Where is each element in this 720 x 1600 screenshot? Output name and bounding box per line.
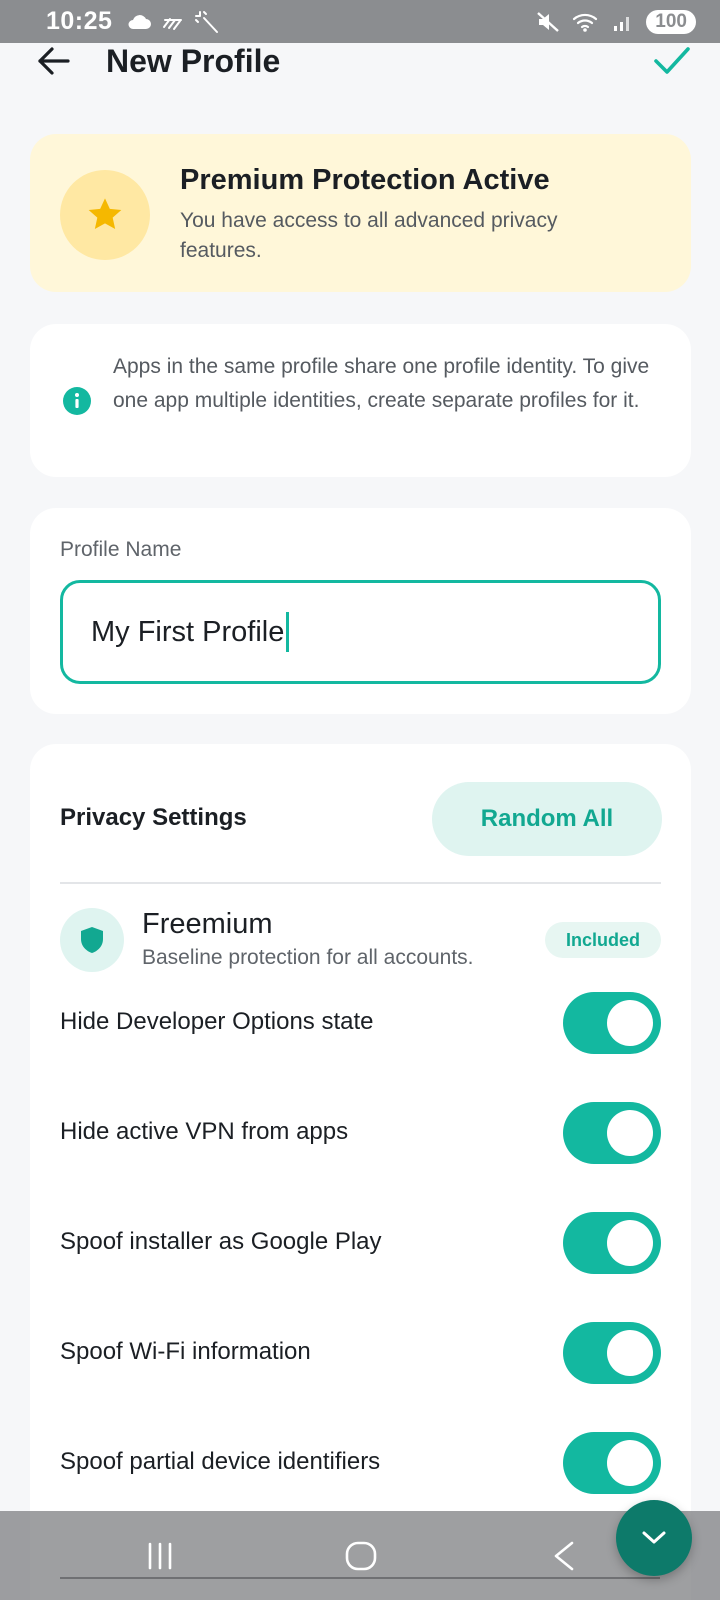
hide-developer-options-toggle[interactable] [563,992,661,1054]
tier-name: Freemium [142,908,273,940]
toggle-knob [607,1220,653,1266]
recents-icon[interactable] [146,1541,174,1571]
toggle-label: Spoof installer as Google Play [60,1228,382,1255]
premium-title: Premium Protection Active [180,164,550,196]
toggle-knob [607,1330,653,1376]
save-check-button[interactable] [652,43,692,79]
premium-banner: Premium Protection Active You have acces… [30,134,691,292]
info-icon [63,387,91,415]
toggle-row: Spoof Wi-Fi information [60,1322,661,1384]
shield-icon [81,927,103,953]
battery-indicator: 100 [646,9,696,34]
system-nav-bar [0,1511,720,1600]
spoof-device-identifiers-toggle[interactable] [563,1432,661,1494]
spoof-installer-toggle[interactable] [563,1212,661,1274]
status-time: 10:25 [46,7,113,35]
text-caret [286,612,290,652]
app-bar: New Profile [0,43,720,79]
nav-divider [60,1577,660,1579]
privacy-settings-title: Privacy Settings [60,804,247,831]
profile-name-card: Profile Name My First Profile [30,508,691,714]
random-all-button[interactable]: Random All [432,782,662,856]
wind-icon [163,17,183,30]
toggle-knob [607,1110,653,1156]
status-bar: 10:25 100 [0,0,720,43]
toggle-label: Hide Developer Options state [60,1008,374,1035]
profile-name-value: My First Profile [91,615,285,648]
star-badge [60,170,150,260]
info-text: Apps in the same profile share one profi… [113,355,650,412]
toggle-row: Spoof partial device identifiers [60,1432,661,1494]
home-icon[interactable] [345,1541,377,1571]
toggle-knob [607,1440,653,1486]
back-button[interactable] [36,45,72,77]
wifi-icon [573,13,598,32]
page-title: New Profile [106,43,281,79]
profile-name-label: Profile Name [60,538,182,561]
profile-name-input[interactable]: My First Profile [60,580,661,684]
premium-description: You have access to all advanced privacy … [180,209,558,262]
star-icon [88,198,122,229]
chevron-down-icon [642,1531,666,1544]
hide-vpn-toggle[interactable] [563,1102,661,1164]
screen: 10:25 100 New Profile Premium Protection… [0,0,720,1600]
included-badge: Included [545,922,661,958]
privacy-settings-card: Privacy Settings Random All Freemium Bas… [30,744,691,1600]
tier-icon-badge [60,908,124,972]
status-right-icons: 100 [536,9,696,34]
toggle-row: Hide Developer Options state [60,992,661,1054]
toggle-label: Spoof Wi-Fi information [60,1338,311,1365]
magic-wand-icon [195,10,219,33]
info-card: Apps in the same profile share one profi… [30,324,691,477]
toggle-label: Hide active VPN from apps [60,1118,349,1145]
scroll-down-fab[interactable] [616,1500,692,1576]
toggle-row: Hide active VPN from apps [60,1102,661,1164]
nav-back-icon[interactable] [552,1541,576,1571]
mute-icon [537,11,560,32]
spoof-wifi-toggle[interactable] [563,1322,661,1384]
status-left-icons [126,10,220,34]
signal-icon [614,16,630,31]
divider [60,882,661,884]
toggle-label: Spoof partial device identifiers [60,1448,381,1475]
toggle-row: Spoof installer as Google Play [60,1212,661,1274]
toggle-knob [607,1000,653,1046]
cloud-icon [128,14,152,29]
tier-description: Baseline protection for all accounts. [142,946,474,969]
